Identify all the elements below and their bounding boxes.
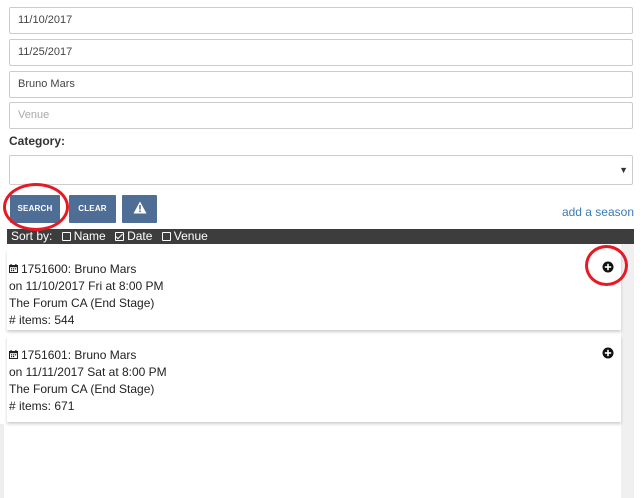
calendar-icon xyxy=(9,264,18,273)
warning-button[interactable] xyxy=(122,195,157,223)
checkbox-icon[interactable] xyxy=(161,232,171,241)
warning-icon xyxy=(133,201,146,214)
plus-circle-icon[interactable] xyxy=(602,347,614,359)
category-label: Category: xyxy=(9,134,66,148)
sort-bar: Sort by: Name Date Venue xyxy=(7,229,634,244)
event-datetime: on 11/11/2017 Sat at 8:00 PM xyxy=(9,365,167,379)
event-title: 1751600: Bruno Mars xyxy=(21,262,137,276)
add-season-link[interactable]: add a season xyxy=(562,205,634,219)
sort-label: Sort by: xyxy=(11,229,53,243)
scrollbar[interactable] xyxy=(621,244,634,498)
event-card[interactable]: 1751600: Bruno Mars on 11/10/2017 Fri at… xyxy=(7,250,621,330)
sort-option-label: Name xyxy=(73,229,106,243)
start-date-input[interactable]: 11/10/2017 xyxy=(9,7,633,34)
plus-circle-icon[interactable] xyxy=(602,261,614,273)
event-venue: The Forum CA (End Stage) xyxy=(9,296,155,310)
checkbox-icon[interactable] xyxy=(61,232,71,241)
sort-option-date[interactable]: Date xyxy=(115,229,152,244)
sort-option-name[interactable]: Name xyxy=(61,229,106,244)
event-item-count: # items: 671 xyxy=(9,399,75,413)
event-title-row: 1751601: Bruno Mars xyxy=(9,347,621,364)
event-item-count: # items: 544 xyxy=(9,313,75,327)
category-select[interactable]: ▼ xyxy=(9,155,633,185)
event-venue: The Forum CA (End Stage) xyxy=(9,382,155,396)
event-datetime: on 11/10/2017 Fri at 8:00 PM xyxy=(9,279,164,293)
end-date-input[interactable]: 11/25/2017 xyxy=(9,39,633,66)
sort-option-venue[interactable]: Venue xyxy=(161,229,208,244)
checkbox-checked-icon[interactable] xyxy=(115,232,125,241)
performer-input[interactable]: Bruno Mars xyxy=(9,71,633,98)
sort-option-label: Venue xyxy=(173,229,208,243)
event-title: 1751601: Bruno Mars xyxy=(21,348,137,362)
calendar-icon xyxy=(9,350,18,359)
venue-input[interactable]: Venue xyxy=(9,102,633,129)
dropdown-caret-icon: ▼ xyxy=(619,165,628,175)
event-title-row: 1751600: Bruno Mars xyxy=(9,261,621,278)
clear-button[interactable]: CLEAR xyxy=(69,195,116,223)
search-button[interactable]: SEARCH xyxy=(10,195,60,223)
sort-option-label: Date xyxy=(127,229,153,243)
panel-edge xyxy=(0,424,4,498)
event-card[interactable]: 1751601: Bruno Mars on 11/11/2017 Sat at… xyxy=(7,336,621,422)
